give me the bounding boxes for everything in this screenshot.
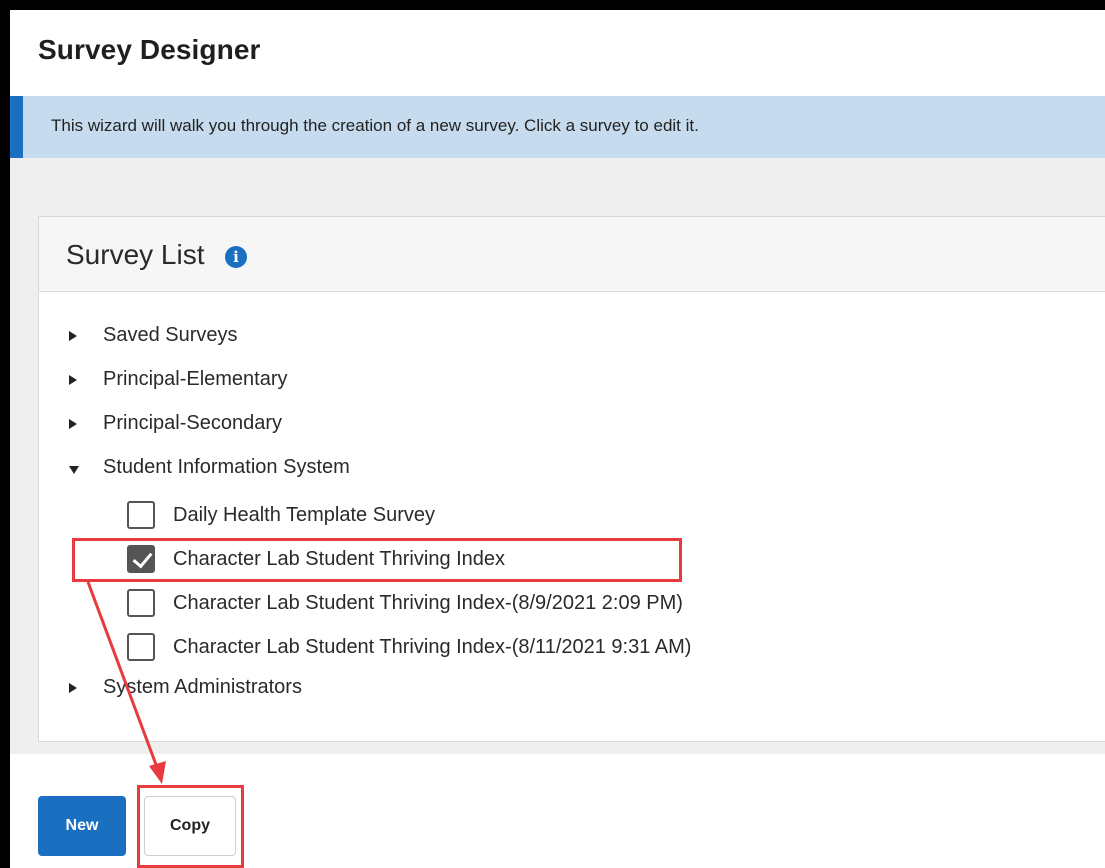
annotation-arrow-icon <box>86 581 166 784</box>
